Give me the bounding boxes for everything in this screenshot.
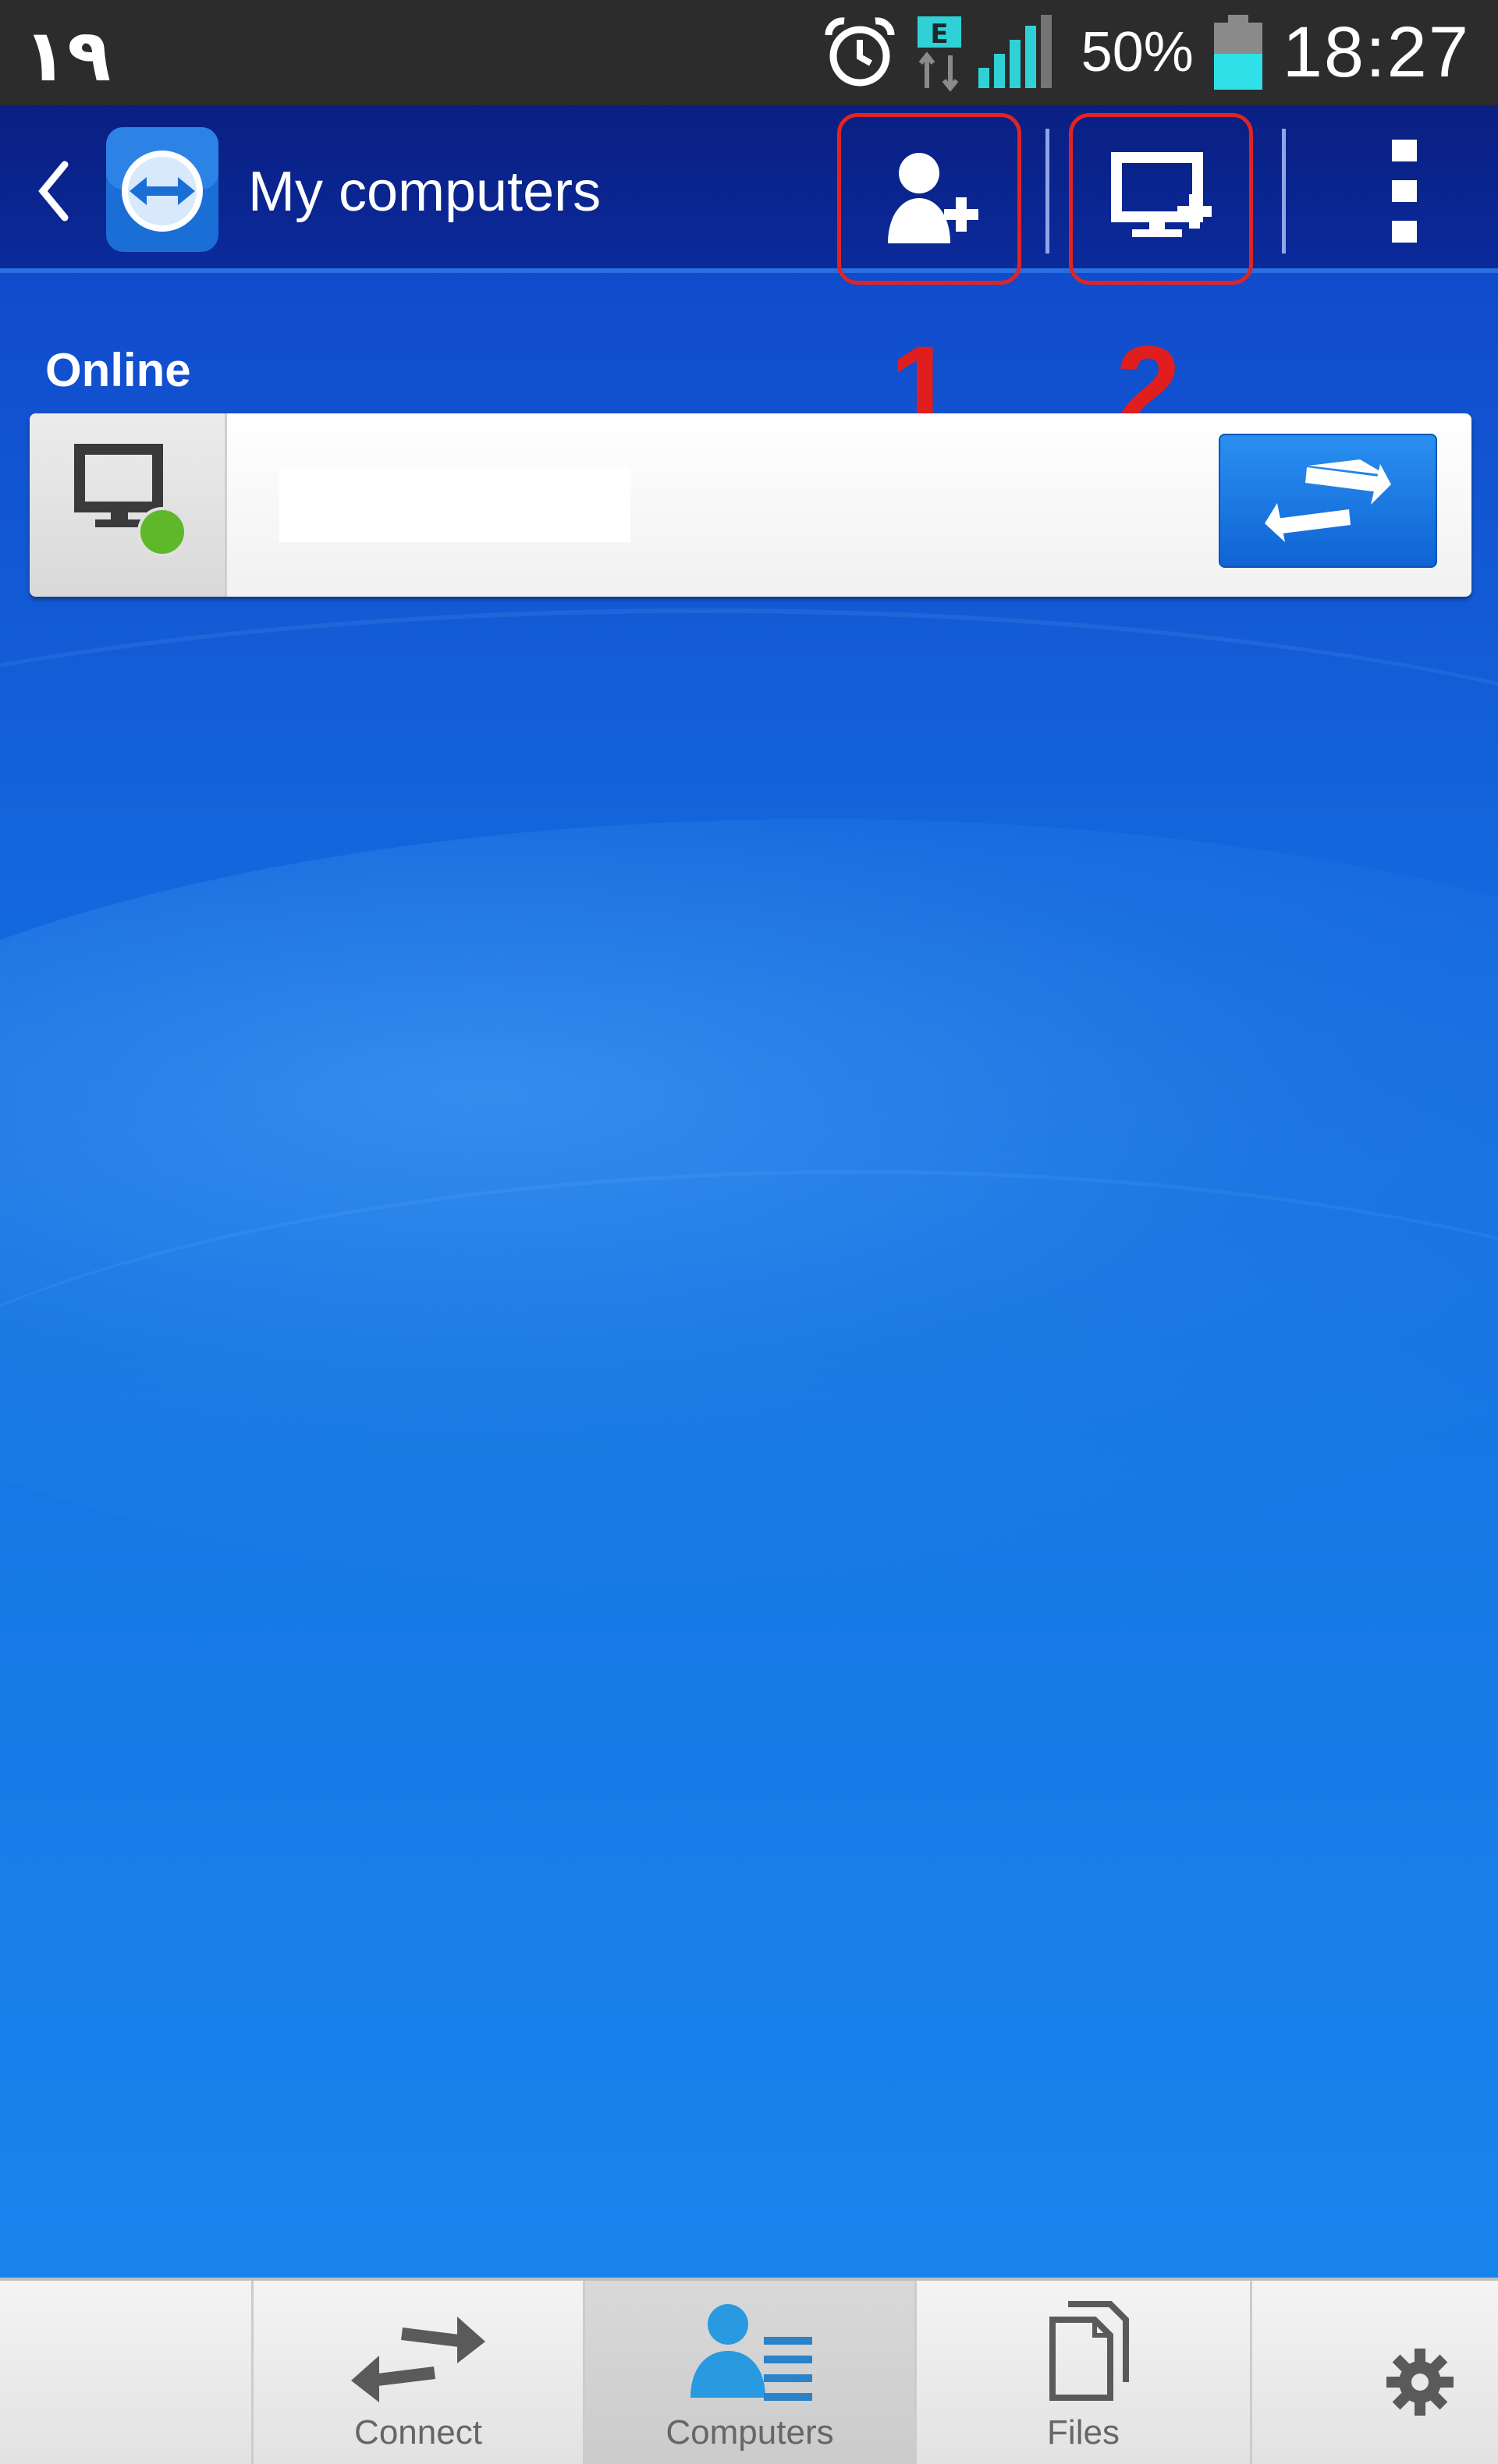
more-vertical-icon <box>1392 140 1417 243</box>
computer-status <box>30 413 227 597</box>
page-title: My computers <box>248 161 602 223</box>
section-label-online: Online <box>45 344 191 396</box>
tab-files-label: Files <box>1047 2413 1120 2452</box>
signal-strength-icon: E <box>917 15 1052 91</box>
add-computer-button[interactable] <box>1069 113 1253 285</box>
files-icon <box>1049 2301 1129 2401</box>
battery-icon <box>1213 15 1262 90</box>
tab-files[interactable]: Files <box>917 2281 1252 2464</box>
clock: 18:27 <box>1282 12 1470 92</box>
action-bar: My computers <box>0 105 1498 285</box>
alarm-clock-icon <box>825 17 895 87</box>
screen: ١٩ E 50% 18:27 My computers 1 2 Online C… <box>0 0 1498 2464</box>
connect-button[interactable] <box>1219 434 1437 568</box>
background-wave <box>0 1170 1498 1876</box>
status-bar: ١٩ E 50% 18:27 <box>0 0 1498 105</box>
contacts-list-icon <box>690 2304 812 2401</box>
tab-connect[interactable]: Connect <box>254 2281 585 2464</box>
tab-connect-label: Connect <box>354 2413 482 2452</box>
back-chevron-icon[interactable] <box>35 160 74 222</box>
add-person-icon <box>888 153 978 243</box>
background-wave <box>0 608 1498 1159</box>
computer-list-item[interactable] <box>30 413 1471 597</box>
notification-count: ١٩ <box>23 16 112 96</box>
connect-arrows-icon <box>351 2317 485 2402</box>
computer-name <box>279 468 630 542</box>
background-wave <box>0 819 1498 1599</box>
add-monitor-icon <box>1111 152 1212 237</box>
status-icons: E 50% 18:27 <box>821 9 1470 95</box>
action-bar-divider <box>1045 129 1049 253</box>
action-bar-divider <box>1282 129 1286 253</box>
bottom-navigation: Connect Computers Files <box>0 2278 1498 2464</box>
gear-icon <box>1386 2349 1454 2416</box>
teamviewer-logo[interactable] <box>100 119 225 260</box>
online-computer-icon <box>74 444 187 557</box>
network-type-label: E <box>930 19 948 50</box>
tab-settings[interactable] <box>1252 2281 1498 2464</box>
battery-percent: 50% <box>1081 21 1194 83</box>
tab-computers[interactable]: Computers <box>585 2281 917 2464</box>
overflow-menu-button[interactable] <box>1358 136 1451 246</box>
tab-computers-label: Computers <box>666 2413 834 2452</box>
nav-tab-empty <box>0 2281 254 2464</box>
connect-arrows-icon <box>1265 459 1391 542</box>
add-contact-button[interactable] <box>837 113 1021 285</box>
